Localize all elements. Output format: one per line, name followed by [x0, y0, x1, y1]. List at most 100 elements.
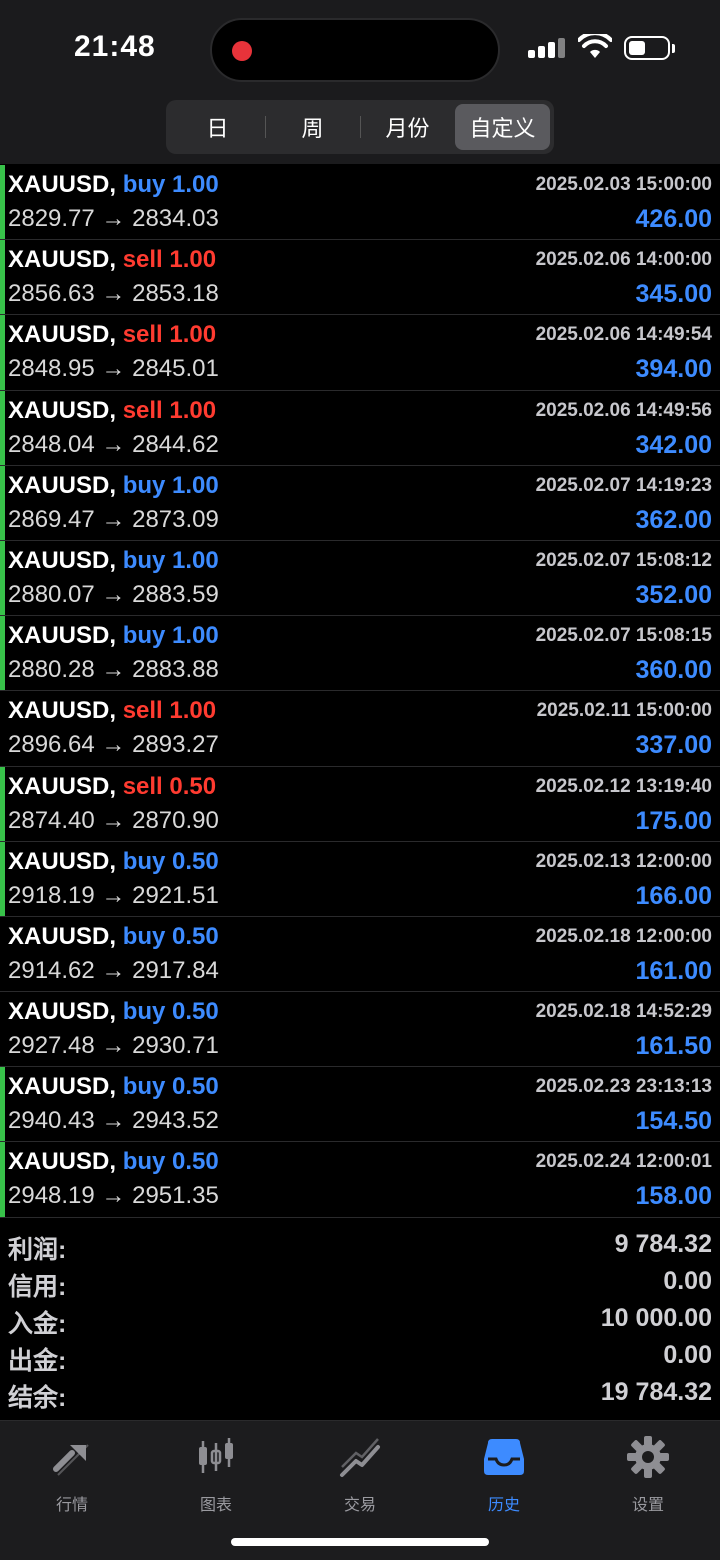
deal-profit: 175.00 [635, 806, 712, 835]
deal-volume: 1.00 [169, 396, 217, 424]
deal-symbol: XAUUSD, [8, 772, 117, 800]
deal-datetime: 2025.02.18 12:00:00 [535, 925, 712, 947]
deal-datetime: 2025.02.03 15:00:00 [535, 174, 712, 195]
deal-row[interactable]: XAUUSD, sell 1.00 2848.95 → 2845.01 2025.0… [0, 315, 720, 391]
deal-type: sell [122, 772, 163, 800]
deal-row[interactable]: XAUUSD, buy 0.50 2914.62 → 2917.84 2025.02… [0, 916, 720, 993]
summary-value: 10 000.00 [600, 1304, 712, 1332]
deal-volume: 1.00 [172, 622, 219, 650]
deal-row[interactable]: XAUUSD, sell 1.00 2856.63 → 2853.18 2025.0… [0, 240, 720, 316]
summary-value: 0.00 [663, 1341, 712, 1369]
deal-row[interactable]: XAUUSD, buy 1.00 2880.28 → 2883.88 2025.02… [0, 616, 720, 692]
deal-row[interactable]: XAUUSD, buy 1.00 2880.07 → 2883.59 2025.02… [0, 540, 720, 617]
deal-symbol: XAUUSD, [8, 246, 117, 274]
deal-type: buy [122, 622, 166, 650]
deal-type: buy [122, 1148, 166, 1176]
deal-prices: 2829.77 → 2834.03 [8, 205, 219, 232]
tab-label: 交易 [343, 1497, 376, 1514]
deal-title: XAUUSD, buy 0.50 [8, 1073, 219, 1101]
home-indicator [231, 1538, 489, 1546]
deal-row[interactable]: XAUUSD, buy 0.50 2948.19 → 2951.35 2025.02… [0, 1142, 720, 1218]
segment-3[interactable]: 自定义 [455, 104, 550, 150]
deal-profit: 166.00 [635, 881, 712, 910]
deal-type: buy [122, 546, 166, 574]
deal-type: sell [122, 396, 163, 424]
deal-symbol: XAUUSD, [8, 396, 117, 424]
deal-prices: 2874.40 → 2870.90 [8, 806, 219, 834]
summary-row: 信用: 0.00 [0, 1265, 720, 1302]
deal-status-bar [0, 766, 5, 841]
deal-volume: 0.50 [172, 847, 219, 875]
deal-row[interactable]: XAUUSD, sell 0.50 2874.40 → 2870.90 2025.0… [0, 766, 720, 842]
deal-prices: 2880.28 → 2883.88 [8, 656, 219, 684]
deal-datetime: 2025.02.23 23:13:13 [535, 1076, 712, 1098]
deal-profit: 161.50 [635, 1032, 712, 1061]
deal-row[interactable]: XAUUSD, buy 1.00 2829.77 → 2834.03 2025.02… [0, 165, 720, 241]
deal-prices: 2880.07 → 2883.59 [8, 580, 219, 608]
segment-0[interactable]: 日 [170, 104, 265, 150]
deal-row[interactable]: XAUUSD, buy 0.50 2918.19 → 2921.51 2025.02… [0, 841, 720, 917]
deal-volume: 1.00 [169, 246, 217, 274]
deal-title: XAUUSD, buy 0.50 [8, 998, 219, 1026]
summary-row: 出金: 0.00 [0, 1339, 720, 1376]
deal-volume: 0.50 [172, 1148, 219, 1176]
tab-trade[interactable]: 交易 [288, 1431, 432, 1521]
summary-row: 入金: 10 000.00 [0, 1302, 720, 1339]
deal-symbol: XAUUSD, [8, 622, 117, 650]
deal-title: XAUUSD, sell 0.50 [8, 773, 216, 801]
tab-chart[interactable]: 图表 [144, 1431, 288, 1521]
deal-profit: 360.00 [635, 656, 712, 685]
deal-profit: 342.00 [635, 430, 712, 459]
summary-row: 结余: 19 784.32 [0, 1376, 720, 1413]
deal-symbol: XAUUSD, [8, 171, 117, 198]
deal-volume: 0.50 [169, 772, 217, 800]
deal-prices: 2869.47 → 2873.09 [8, 505, 219, 533]
deal-prices: 2914.62 → 2917.84 [8, 956, 219, 984]
deal-row[interactable]: XAUUSD, buy 0.50 2940.43 → 2943.52 2025.02… [0, 1067, 720, 1143]
deal-symbol: XAUUSD, [8, 1148, 117, 1176]
wifi-icon [578, 34, 612, 58]
deal-symbol: XAUUSD, [8, 998, 117, 1026]
summary-row: 利润: 9 784.32 [0, 1228, 720, 1265]
deal-row[interactable]: XAUUSD, buy 0.50 2927.48 → 2930.71 2025.02… [0, 992, 720, 1068]
deal-datetime: 2025.02.06 14:49:56 [535, 399, 712, 421]
deal-prices: 2927.48 → 2930.71 [8, 1032, 219, 1060]
deal-status-bar [0, 1067, 5, 1142]
deal-datetime: 2025.02.11 15:00:00 [536, 700, 712, 722]
deal-row[interactable]: XAUUSD, sell 1.00 2896.64 → 2893.27 2025.0… [0, 691, 720, 767]
deal-title: XAUUSD, buy 1.00 [8, 622, 219, 650]
deal-row[interactable]: XAUUSD, buy 1.00 2869.47 → 2873.09 2025.02… [0, 465, 720, 541]
deal-datetime: 2025.02.12 13:19:40 [535, 775, 712, 797]
tab-quotes[interactable]: 行情 [0, 1431, 144, 1521]
deal-type: buy [122, 171, 166, 198]
deal-datetime: 2025.02.07 15:08:12 [535, 549, 712, 571]
deal-profit: 345.00 [635, 280, 712, 309]
chart-icon [194, 1435, 238, 1479]
tab-label: 历史 [487, 1497, 520, 1514]
deal-symbol: XAUUSD, [8, 922, 117, 950]
deal-volume: 1.00 [169, 697, 217, 725]
recording-dot-icon [232, 41, 252, 61]
deal-prices: 2848.95 → 2845.01 [8, 355, 219, 383]
history-icon [482, 1435, 526, 1479]
quotes-icon [50, 1435, 94, 1479]
tab-settings[interactable]: 设置 [576, 1431, 720, 1521]
deal-prices: 2918.19 → 2921.51 [8, 881, 219, 909]
deal-status-bar [0, 465, 5, 540]
deal-prices: 2896.64 → 2893.27 [8, 731, 219, 759]
deal-datetime: 2025.02.07 15:08:15 [535, 625, 712, 647]
deal-prices: 2940.43 → 2943.52 [8, 1107, 219, 1135]
deal-symbol: XAUUSD, [8, 321, 117, 349]
segment-2[interactable]: 月份 [360, 104, 455, 150]
deal-prices: 2948.19 → 2951.35 [8, 1182, 219, 1210]
tab-history[interactable]: 历史 [432, 1431, 576, 1521]
deal-symbol: XAUUSD, [8, 697, 117, 725]
status-bar: 21:48 [0, 0, 720, 100]
deal-status-bar [0, 390, 5, 465]
deal-symbol: XAUUSD, [8, 471, 117, 499]
deal-row[interactable]: XAUUSD, sell 1.00 2848.04 → 2844.62 2025.0… [0, 390, 720, 466]
deal-type: sell [122, 246, 163, 274]
segment-1[interactable]: 周 [265, 104, 360, 150]
summary-value: 19 784.32 [600, 1378, 712, 1406]
deal-profit: 154.50 [635, 1107, 712, 1136]
